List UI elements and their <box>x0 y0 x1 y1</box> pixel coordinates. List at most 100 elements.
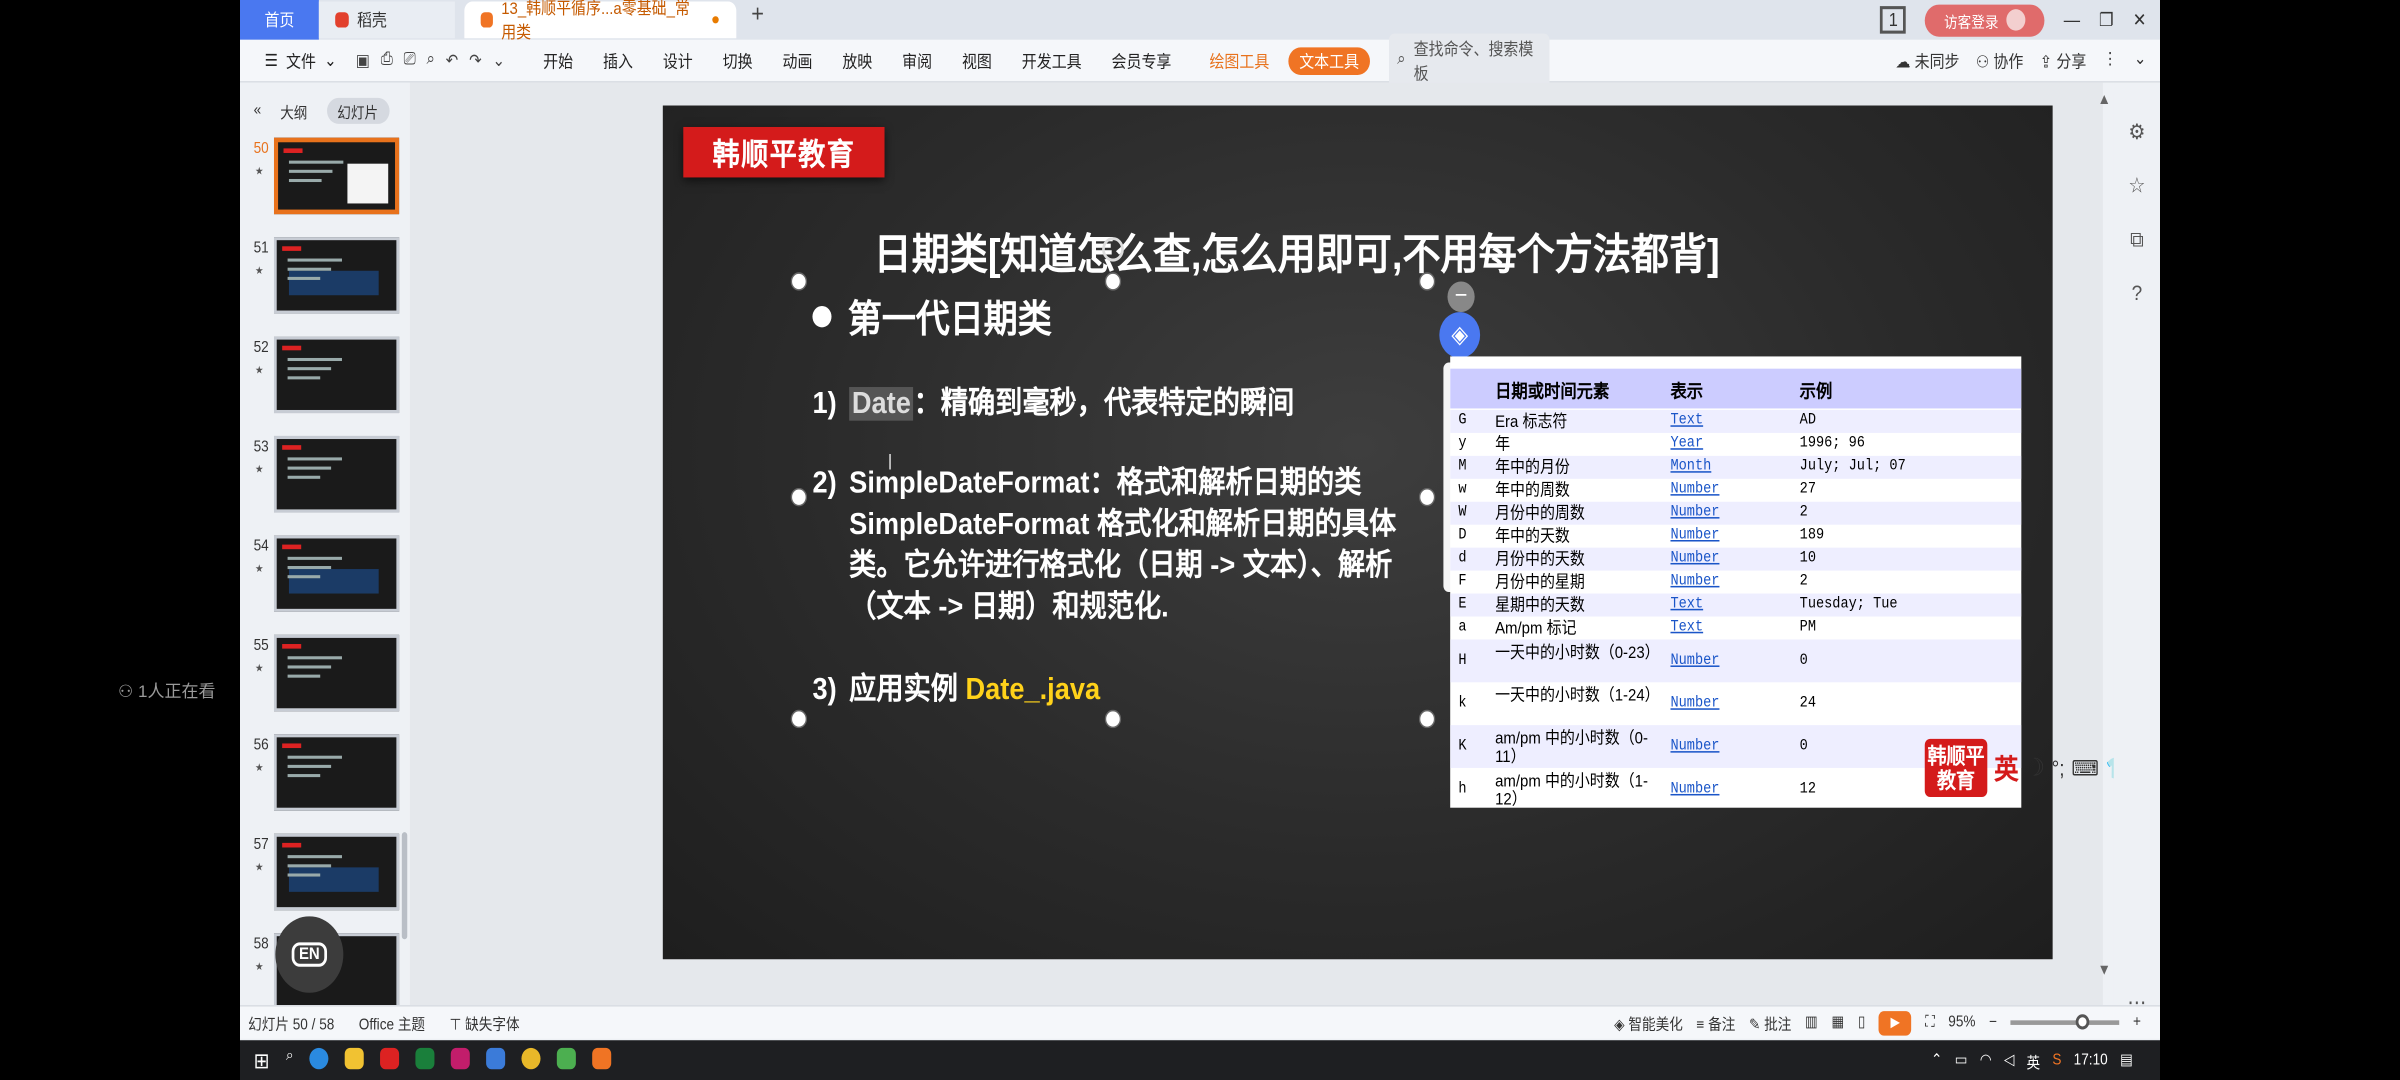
clock[interactable]: 17:10 <box>2074 1052 2108 1069</box>
comment-button[interactable]: ✎ 批注 <box>1749 1011 1791 1034</box>
menu-start[interactable]: 开始 <box>543 48 573 72</box>
tab-slides[interactable]: 幻灯片 <box>326 97 389 124</box>
export-icon[interactable]: ⎙ <box>381 50 393 70</box>
command-search[interactable]: ⌕ 查找命令、搜索模板 <box>1388 32 1550 88</box>
tab-outline[interactable]: 大纲 <box>280 99 307 123</box>
ime-lang-toggle[interactable]: 英 <box>1994 748 2018 788</box>
file-menu-button[interactable]: ☰ 文件 ⌄ <box>264 48 336 72</box>
layers-icon[interactable]: ◈ <box>1439 312 1481 358</box>
resize-handle[interactable] <box>1418 709 1436 729</box>
zoom-level[interactable]: 95% <box>1948 1014 1975 1031</box>
undo-icon[interactable]: ↶ <box>446 50 459 70</box>
menu-insert[interactable]: 插入 <box>603 48 633 72</box>
zoom-out-icon[interactable]: − <box>1989 1014 1997 1031</box>
wps-writer-icon[interactable] <box>486 1047 506 1069</box>
menu-slideshow[interactable]: 放映 <box>842 48 872 72</box>
tab-document[interactable]: 13_韩顺平循序...a零基础_常用类 ● <box>464 0 737 43</box>
print-icon[interactable]: ⎚ <box>404 50 416 70</box>
app-icon[interactable] <box>557 1047 577 1069</box>
beautify-button[interactable]: ◈ 智能美化 <box>1614 1011 1683 1034</box>
row-type[interactable]: Number <box>1670 482 1719 499</box>
missing-font-button[interactable]: ⊤ 缺失字体 <box>450 1011 520 1034</box>
collapse-toolbar-icon[interactable]: − <box>1447 281 1475 313</box>
xmind-icon[interactable] <box>380 1047 400 1069</box>
notes-button[interactable]: ≡ 备注 <box>1696 1011 1735 1034</box>
scroll-up-icon[interactable]: ▲ <box>2097 92 2110 109</box>
row-type[interactable]: Text <box>1670 597 1703 614</box>
more-options-icon[interactable]: ⋮ <box>2103 48 2118 72</box>
collapse-panel-icon[interactable]: « <box>254 102 262 119</box>
thumbnail-scrollbar[interactable] <box>401 832 408 940</box>
slide-thumbnail-52[interactable] <box>273 336 400 414</box>
slide-thumbnail-54[interactable] <box>273 535 400 612</box>
edge-icon[interactable] <box>309 1047 329 1069</box>
visitor-login-button[interactable]: 访客登录 <box>1924 3 2045 36</box>
slide-thumbnail-55[interactable] <box>273 634 400 712</box>
chrome-icon[interactable] <box>521 1047 541 1069</box>
row-type[interactable]: Number <box>1670 574 1719 591</box>
slide-thumbnail-53[interactable] <box>273 435 400 513</box>
en-floating-button[interactable]: EN <box>275 916 344 993</box>
resize-handle[interactable] <box>1418 272 1436 291</box>
window-count-badge[interactable]: 1 <box>1880 6 1906 34</box>
volume-icon[interactable]: ◁ <box>2004 1052 2014 1069</box>
more-icon[interactable]: ⌄ <box>493 50 506 70</box>
network-icon[interactable]: ◠ <box>1980 1052 1992 1069</box>
copy-icon[interactable]: ⧉ <box>2130 226 2144 252</box>
menu-review[interactable]: 审阅 <box>902 48 932 72</box>
slide-thumbnail-51[interactable] <box>273 237 400 314</box>
resize-handle[interactable] <box>790 487 808 507</box>
resize-handle[interactable] <box>790 272 808 291</box>
ime-indicator[interactable]: 英 <box>2027 1049 2041 1072</box>
row-type[interactable]: Number <box>1670 505 1719 522</box>
sogou-icon[interactable]: S <box>2052 1052 2061 1069</box>
reading-view-icon[interactable]: ▯ <box>1858 1014 1866 1031</box>
row-type[interactable]: Number <box>1670 696 1719 713</box>
slide-thumbnail-50[interactable] <box>273 137 400 215</box>
resize-handle[interactable] <box>1104 272 1122 291</box>
close-button[interactable]: ✕ <box>2133 9 2147 30</box>
slide-title[interactable]: 日期类[知道怎么查,怎么用即可,不用每个方法都背] <box>874 222 1826 283</box>
row-type[interactable]: Text <box>1670 620 1703 637</box>
redo-icon[interactable]: ↷ <box>469 50 482 70</box>
row-type[interactable]: Number <box>1670 551 1719 568</box>
play-button[interactable]: ▶ <box>1878 1010 1912 1035</box>
zoom-knob[interactable] <box>2075 1014 2090 1030</box>
resize-handle[interactable] <box>790 709 808 729</box>
tab-daoke[interactable]: 稻壳 <box>318 1 455 39</box>
menu-developer[interactable]: 开发工具 <box>1022 48 1082 72</box>
sync-button[interactable]: ☁ 未同步 <box>1896 48 1960 72</box>
collapse-ribbon-icon[interactable]: ⌄ <box>2134 48 2147 72</box>
keyboard-icon[interactable]: ⌨ <box>2071 755 2098 781</box>
star-icon[interactable]: ☆ <box>2128 173 2145 199</box>
normal-view-icon[interactable]: ▥ <box>1805 1014 1818 1031</box>
text-tool-tab[interactable]: 文本工具 <box>1288 46 1370 75</box>
row-type[interactable]: Number <box>1670 653 1719 670</box>
moon-icon[interactable]: ☽ <box>2025 753 2045 784</box>
grid-view-icon[interactable]: ▦ <box>1831 1014 1844 1031</box>
slide-thumbnail-57[interactable] <box>273 833 400 911</box>
fit-icon[interactable]: ⛶ <box>1925 1014 1935 1031</box>
scroll-down-icon[interactable]: ▼ <box>2097 962 2110 979</box>
row-type[interactable]: Number <box>1670 739 1719 756</box>
punctuation-toggle[interactable]: °; <box>2052 756 2065 780</box>
battery-icon[interactable]: ▭ <box>1955 1052 1968 1069</box>
menu-member[interactable]: 会员专享 <box>1112 48 1172 72</box>
tab-home[interactable]: 首页 <box>240 0 319 40</box>
menu-design[interactable]: 设计 <box>663 48 693 72</box>
notification-icon[interactable]: ▤ <box>2120 1052 2133 1069</box>
menu-view[interactable]: 视图 <box>962 48 992 72</box>
folder-icon[interactable] <box>345 1047 365 1069</box>
row-type[interactable]: Text <box>1670 413 1703 430</box>
draw-tool-tab[interactable]: 绘图工具 <box>1209 48 1269 72</box>
terminal-icon[interactable] <box>415 1047 435 1069</box>
slide-thumbnail-56[interactable] <box>273 734 400 811</box>
wps-ppt-icon[interactable] <box>592 1047 612 1069</box>
zoom-in-icon[interactable]: + <box>2133 1014 2141 1031</box>
ime-logo[interactable]: 韩顺平教育 <box>1924 738 1988 797</box>
bullet-heading[interactable]: 第一代日期类 <box>812 289 1052 344</box>
menu-animation[interactable]: 动画 <box>782 48 812 72</box>
start-icon[interactable]: ⊞ <box>254 1047 270 1073</box>
row-type[interactable]: Number <box>1670 782 1719 799</box>
collab-button[interactable]: ⚇ 协作 <box>1976 48 2024 72</box>
